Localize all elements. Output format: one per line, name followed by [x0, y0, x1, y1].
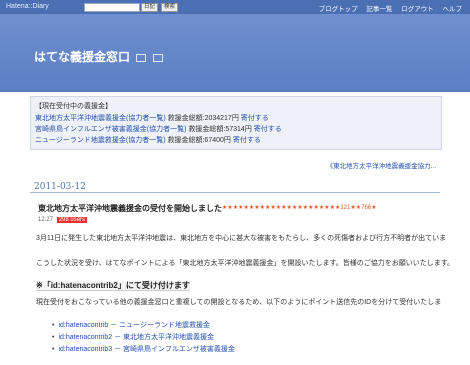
user-nav: ブログトップ 記事一覧 ログアウト ヘルプ: [312, 3, 462, 13]
subheading-text: ※「id:hatenacontrib2」にて受け付けます: [36, 281, 190, 291]
donation-notice-box: 【現在受付中の義援金】 東北地方太平洋沖地震義援金(協力者一覧) 救援金総額:2…: [30, 96, 442, 150]
notice-heading: 【現在受付中の義援金】: [35, 103, 112, 110]
donation-link[interactable]: 宮崎県鳥インフルエンザ被害義援金(協力者一覧): [35, 126, 186, 133]
list-item[interactable]: id:hatenacontrib2 － 東北地方太平洋沖地震義援金: [52, 332, 235, 344]
donate-link[interactable]: 寄付する: [241, 115, 269, 122]
diary-title-text[interactable]: はてな義援金窓口: [34, 50, 130, 64]
nav-help[interactable]: ヘルプ: [443, 6, 463, 13]
previous-entry-link[interactable]: 《東北地方太平洋沖地震義援金協力...: [327, 160, 436, 170]
bookmark-users-badge[interactable]: 298 users: [56, 217, 88, 223]
donation-link[interactable]: 東北地方太平洋沖地震義援金(協力者一覧): [35, 115, 166, 122]
nav-article-list[interactable]: 記事一覧: [366, 6, 392, 13]
entry-subheading: ※「id:hatenacontrib2」にて受け付けます: [36, 280, 190, 291]
diary-title: はてな義援金窓口: [34, 48, 163, 65]
date-divider: [30, 192, 440, 193]
top-navigation-bar: Hatena::Diary 日記 検索 ブログトップ 記事一覧 ログアウト ヘル…: [0, 0, 470, 14]
edit-icon[interactable]: [152, 53, 163, 62]
search-button[interactable]: 検索: [161, 3, 179, 12]
donate-link[interactable]: 寄付する: [254, 126, 282, 133]
star-list[interactable]: ★★★★★★★★★★★★★★★★★★★★★★121★★766★: [222, 204, 377, 211]
site-brand[interactable]: Hatena::Diary: [6, 3, 49, 10]
recipient-id-list: id:hatenacontrib － ニュージーランド地震救援金 id:hate…: [52, 320, 235, 356]
rss-icon[interactable]: [136, 53, 147, 62]
entry-title[interactable]: 東北地方太平洋沖地震義援金の受付を開始しました: [38, 203, 222, 214]
donation-amount: 救援金総額:57314円: [188, 126, 252, 133]
list-item[interactable]: id:hatenacontrib3 － 宮崎県鳥インフルエンザ被害義援金: [52, 344, 234, 356]
entry-paragraph: 現在受付をおこなっている他の義援金窓口と重複しての開設となるため、以下のようにポ…: [36, 299, 442, 306]
donation-link[interactable]: ニュージーランド地震救援金(協力者一覧): [35, 137, 166, 144]
nav-blog-top[interactable]: ブログトップ: [319, 6, 358, 13]
notice-row: ニュージーランド地震救援金(協力者一覧) 救援金総額:67400円 寄付する: [35, 135, 261, 145]
diary-header: はてな義援金窓口: [0, 14, 470, 92]
notice-row: 宮崎県鳥インフルエンザ被害義援金(協力者一覧) 救援金総額:57314円 寄付す…: [35, 124, 282, 134]
entry-time: 12:27: [38, 217, 54, 223]
donate-link[interactable]: 寄付する: [233, 137, 261, 144]
notice-row: 東北地方太平洋沖地震義援金(協力者一覧) 救援金総額:2034217円 寄付する: [35, 113, 269, 123]
diary-button[interactable]: 日記: [141, 3, 159, 12]
entry-meta: 12:27 298 users: [38, 217, 88, 223]
entry-date[interactable]: 2011-03-12: [34, 182, 86, 192]
list-item[interactable]: id:hatenacontrib － ニュージーランド地震救援金: [52, 320, 235, 332]
donation-amount: 救援金総額:67400円: [167, 137, 231, 144]
donation-amount: 救援金総額:2034217円: [167, 115, 239, 122]
search-input[interactable]: [84, 3, 140, 12]
entry-paragraph: こうした状況を受け、はてなポイントによる「東北地方太平洋沖地震義援金」を開設いた…: [36, 260, 455, 267]
nav-logout[interactable]: ログアウト: [401, 6, 434, 13]
diary-entry: 東北地方太平洋沖地震義援金の受付を開始しました ★★★★★★★★★★★★★★★★…: [30, 196, 454, 365]
entry-paragraph: 3月11日に発生した東北地方太平洋沖地震は、東北地方を中心に甚大な被害をもたらし…: [36, 235, 447, 242]
